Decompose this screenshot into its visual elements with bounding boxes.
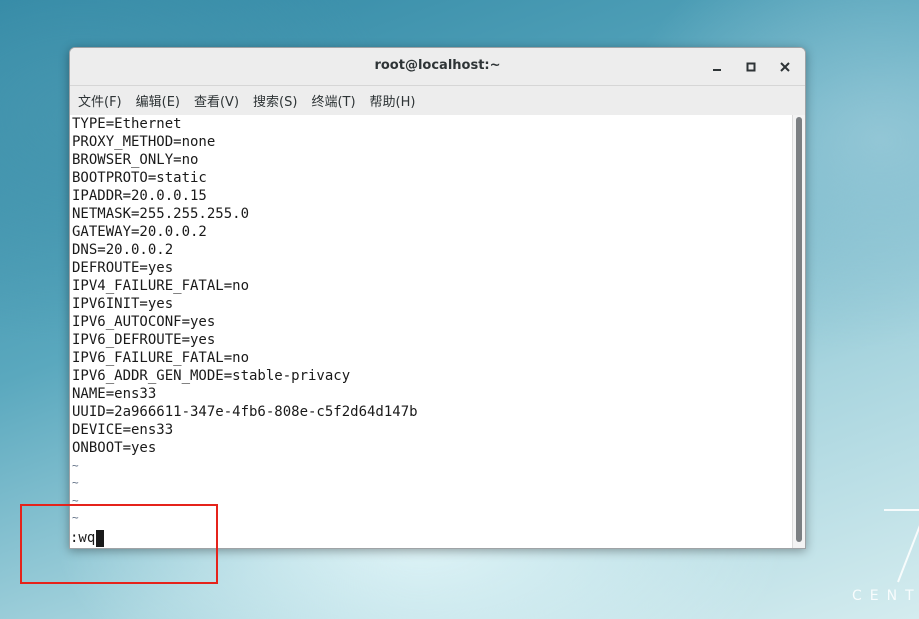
minimize-icon <box>713 69 721 71</box>
config-line: TYPE=Ethernet <box>72 116 182 132</box>
scrollbar-thumb[interactable] <box>796 117 802 542</box>
maximize-button[interactable] <box>740 56 762 78</box>
empty-line-marker: ~ <box>72 476 79 489</box>
scrollbar[interactable] <box>792 115 805 548</box>
config-line: IPV6_FAILURE_FATAL=no <box>72 350 250 366</box>
menu-help[interactable]: 帮助(H) <box>370 91 416 110</box>
config-line: DNS=20.0.0.2 <box>72 242 174 258</box>
config-line: DEFROUTE=yes <box>72 260 174 276</box>
terminal-area[interactable]: TYPE=Ethernet PROXY_METHOD=none BROWSER_ON… <box>70 115 792 548</box>
config-line: NETMASK=255.255.255.0 <box>72 206 250 222</box>
menu-terminal[interactable]: 终端(T) <box>311 91 355 110</box>
maximize-icon <box>746 62 756 72</box>
config-line: GATEWAY=20.0.0.2 <box>72 224 207 240</box>
file-content: TYPE=Ethernet PROXY_METHOD=none BROWSER_ON… <box>72 115 418 457</box>
centos-seven-logo <box>884 509 919 583</box>
desktop-brand-text: CENT <box>852 588 919 604</box>
config-line: PROXY_METHOD=none <box>72 134 216 150</box>
annotation-highlight-box <box>20 504 218 584</box>
config-line: IPV6_DEFROUTE=yes <box>72 332 216 348</box>
menu-search[interactable]: 搜索(S) <box>253 91 297 110</box>
config-line: IPADDR=20.0.0.15 <box>72 188 207 204</box>
config-line: NAME=ens33 <box>72 386 157 402</box>
menubar: 文件(F) 编辑(E) 查看(V) 搜索(S) 终端(T) 帮助(H) <box>70 86 805 116</box>
config-line: IPV6_ADDR_GEN_MODE=stable-privacy <box>72 368 351 384</box>
menu-view[interactable]: 查看(V) <box>194 91 239 110</box>
config-line: BROWSER_ONLY=no <box>72 152 199 168</box>
minimize-button[interactable] <box>706 56 728 78</box>
window-title: root@localhost:~ <box>374 58 501 73</box>
empty-line-marker: ~ <box>72 459 79 472</box>
config-line: IPV6_AUTOCONF=yes <box>72 314 216 330</box>
config-line: ONBOOT=yes <box>72 440 157 456</box>
config-line: IPV6INIT=yes <box>72 296 174 312</box>
menu-file[interactable]: 文件(F) <box>78 91 122 110</box>
close-button[interactable] <box>774 56 796 78</box>
terminal-window[interactable]: root@localhost:~ 文件(F) 编辑(E) 查看(V) 搜索(S)… <box>69 47 806 549</box>
titlebar[interactable]: root@localhost:~ <box>70 48 805 86</box>
config-line: BOOTPROTO=static <box>72 170 207 186</box>
config-line: UUID=2a966611-347e-4fb6-808e-c5f2d64d147… <box>72 404 418 420</box>
config-line: DEVICE=ens33 <box>72 422 174 438</box>
menu-edit[interactable]: 编辑(E) <box>136 91 180 110</box>
config-line: IPV4_FAILURE_FATAL=no <box>72 278 250 294</box>
close-icon <box>780 62 790 72</box>
